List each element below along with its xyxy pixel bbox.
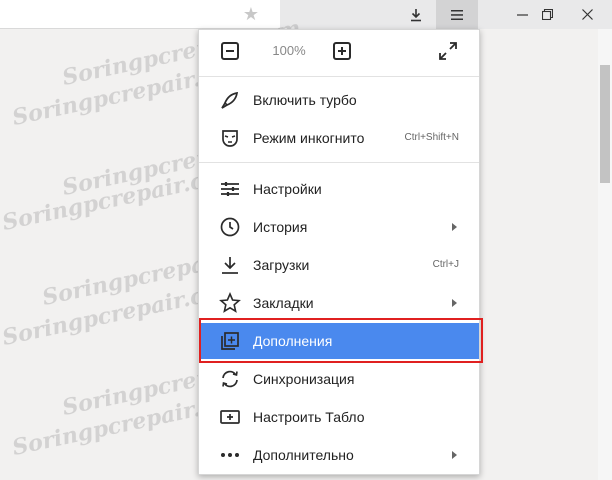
menu-item-label: Дополнения <box>253 333 333 349</box>
submenu-arrow-icon <box>452 299 457 307</box>
menu-item-label: Настройки <box>253 181 322 197</box>
menu-item-incognito[interactable]: Режим инкогнито Ctrl+Shift+N <box>199 120 479 156</box>
scrollbar-thumb[interactable] <box>600 65 610 183</box>
menu-item-label: Режим инкогнито <box>253 130 365 146</box>
star-icon <box>219 292 241 313</box>
zoom-out-icon[interactable] <box>221 42 239 60</box>
close-icon <box>581 9 593 20</box>
title-bar: ★ <box>0 0 612 29</box>
menu-item-label: Включить турбо <box>253 92 357 108</box>
star-icon[interactable]: ★ <box>241 2 261 26</box>
menu-item-shortcut: Ctrl+Shift+N <box>404 132 459 143</box>
separator <box>199 76 479 77</box>
separator <box>199 162 479 163</box>
menu-item-label: Закладки <box>253 295 314 311</box>
menu-item-sync[interactable]: Синхронизация <box>199 361 479 397</box>
rocket-icon <box>221 91 239 109</box>
menu-item-customize-tableau[interactable]: Настроить Табло <box>199 399 479 435</box>
clock-icon <box>220 217 240 237</box>
download-icon <box>222 257 238 274</box>
menu-item-more[interactable]: Дополнительно <box>199 437 479 473</box>
submenu-arrow-icon <box>452 451 457 459</box>
menu-item-label: Настроить Табло <box>253 409 365 425</box>
zoom-level: 100% <box>272 43 306 58</box>
menu-button[interactable] <box>436 0 478 29</box>
maximize-icon <box>541 9 553 20</box>
minimize-icon <box>516 14 528 16</box>
browser-window: ★ Soringpcrepair.com Soringpcrepair.com … <box>0 0 612 480</box>
submenu-arrow-icon <box>452 223 457 231</box>
fullscreen-icon[interactable] <box>437 40 459 62</box>
browser-menu: 100% Включить турбо Режим инкогнито Ctrl… <box>198 29 483 475</box>
extensions-icon <box>221 332 239 350</box>
menu-item-history[interactable]: История <box>199 209 479 245</box>
menu-item-label: Дополнительно <box>253 447 354 463</box>
close-button[interactable] <box>567 0 607 29</box>
zoom-row: 100% <box>199 30 479 76</box>
maximize-button[interactable] <box>527 0 567 29</box>
menu-item-shortcut: Ctrl+J <box>432 259 459 270</box>
address-bar[interactable]: ★ <box>0 0 280 29</box>
menu-item-extensions[interactable]: Дополнения <box>199 323 479 359</box>
sync-icon <box>222 370 238 388</box>
downloads-button[interactable] <box>396 0 436 29</box>
more-dots-icon <box>221 453 239 457</box>
menu-item-settings[interactable]: Настройки <box>199 171 479 207</box>
menu-item-bookmarks[interactable]: Закладки <box>199 285 479 321</box>
menu-item-downloads[interactable]: Загрузки Ctrl+J <box>199 247 479 283</box>
menu-item-label: Синхронизация <box>253 371 355 387</box>
download-icon <box>411 8 421 21</box>
add-tile-icon <box>220 410 240 424</box>
incognito-mask-icon <box>222 130 238 147</box>
menu-item-label: Загрузки <box>253 257 310 273</box>
menu-item-turbo[interactable]: Включить турбо <box>199 82 479 118</box>
settings-sliders-icon <box>221 182 239 196</box>
menu-item-label: История <box>253 219 308 235</box>
hamburger-menu-icon <box>451 9 463 20</box>
zoom-in-icon[interactable] <box>333 42 351 60</box>
scrollbar[interactable] <box>598 29 612 480</box>
